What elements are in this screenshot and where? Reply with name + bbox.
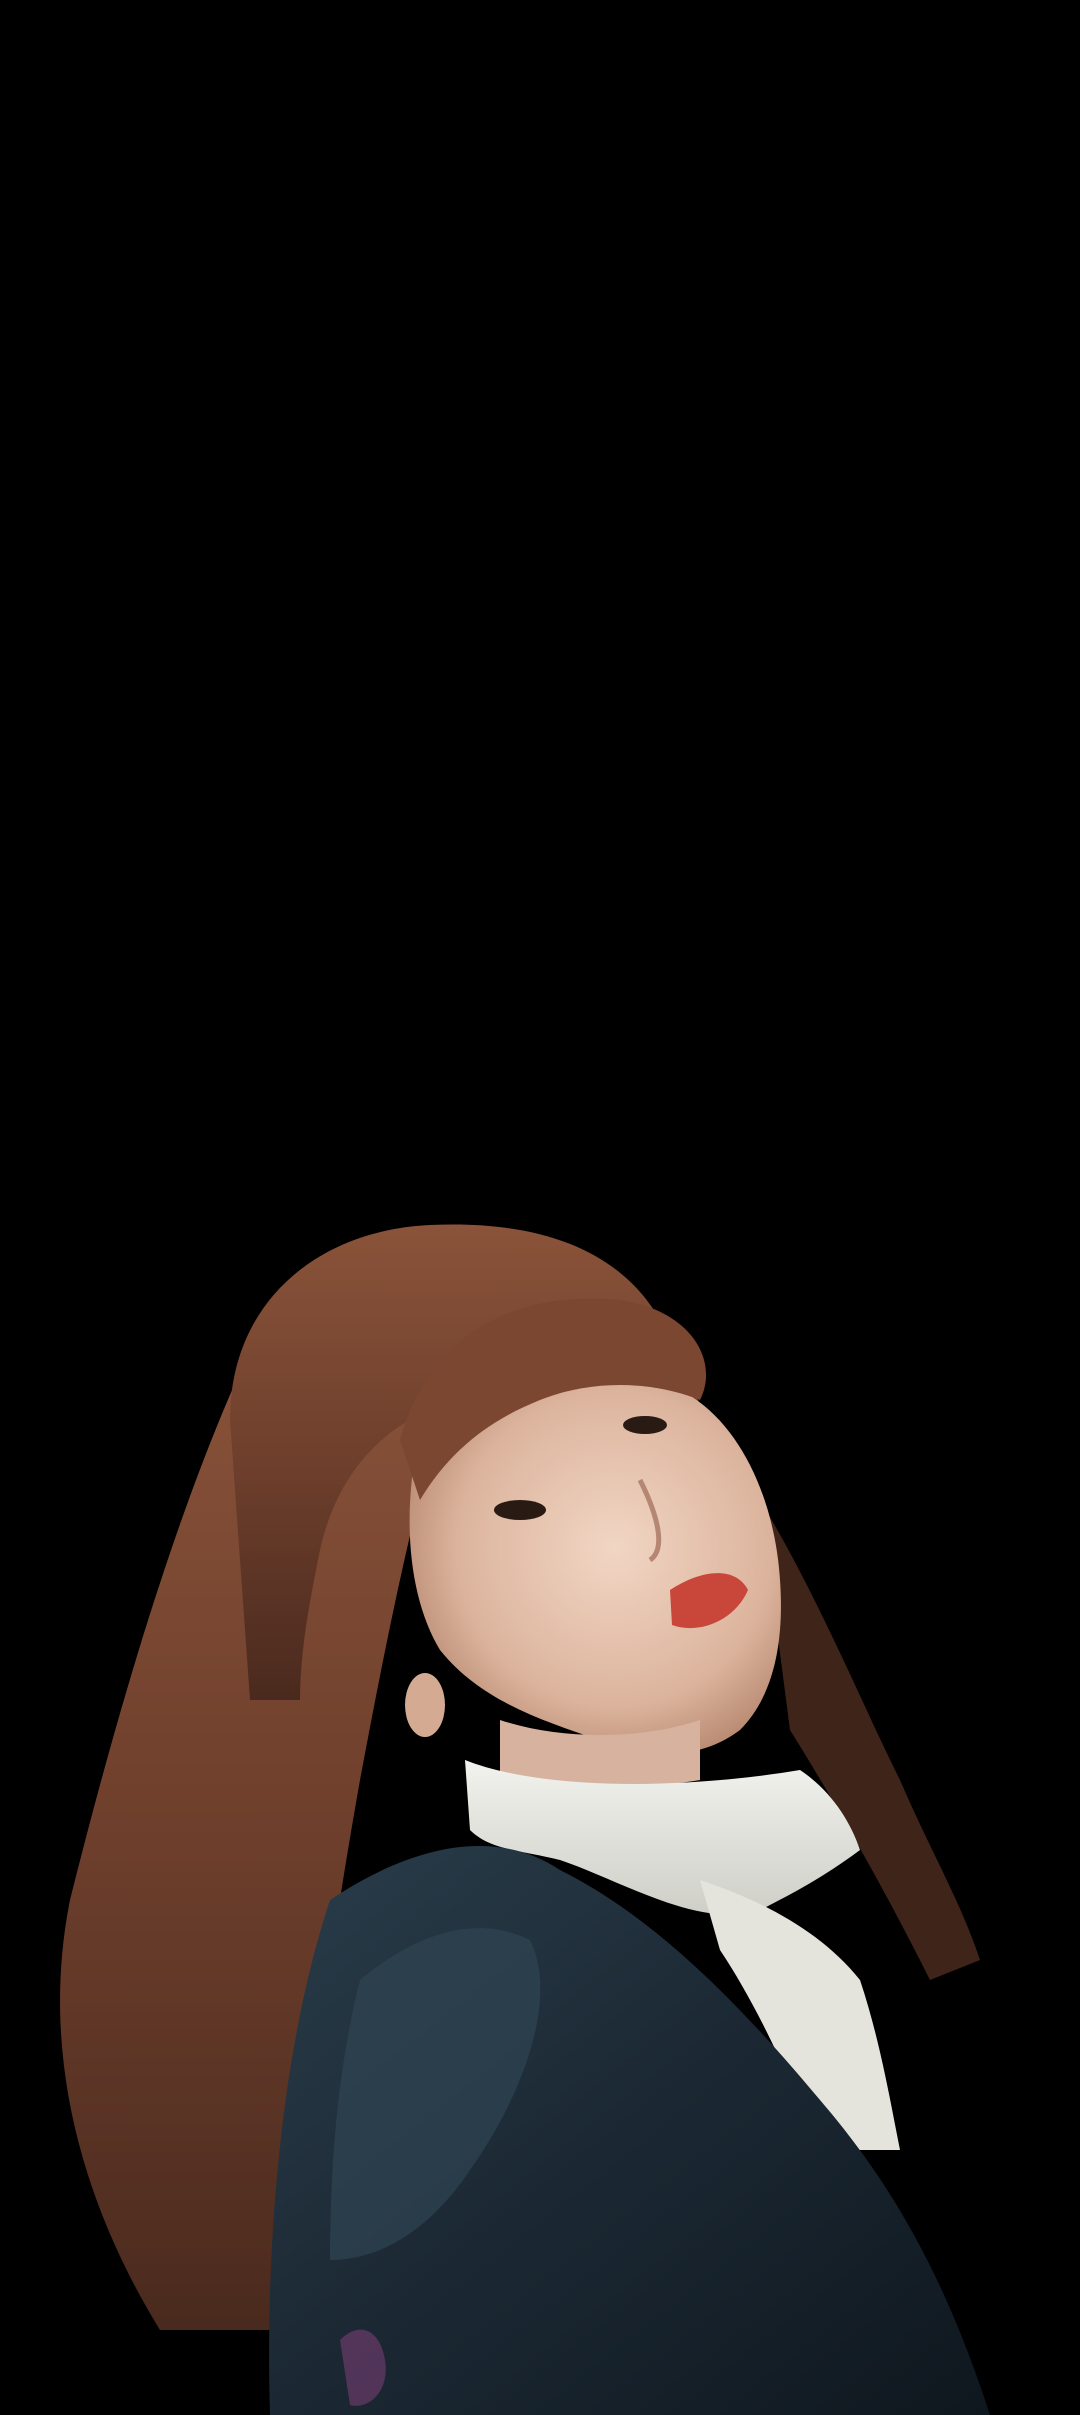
hair-right xyxy=(760,1500,980,1980)
ear xyxy=(405,1673,445,1737)
wallpaper-background xyxy=(0,0,1080,2415)
eye-left xyxy=(494,1500,546,1520)
eye-right xyxy=(623,1416,667,1434)
portrait-photo xyxy=(60,1224,990,2415)
